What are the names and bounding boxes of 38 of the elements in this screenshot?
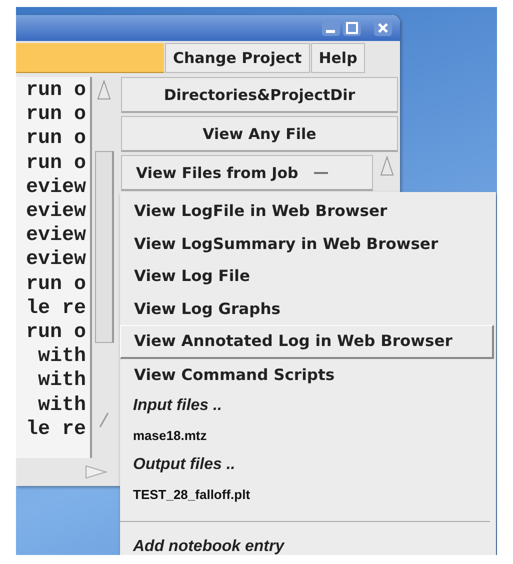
log-line: run o bbox=[24, 152, 87, 176]
action-button[interactable]: Directories&ProjectDir bbox=[121, 77, 398, 113]
menu-heading: Output files .. bbox=[132, 454, 236, 475]
log-line: eview bbox=[24, 176, 87, 200]
log-line: le re bbox=[24, 418, 87, 442]
log-line: run o bbox=[24, 103, 87, 128]
action-button[interactable]: View Any File bbox=[121, 116, 398, 152]
maximize-icon[interactable] bbox=[343, 20, 361, 36]
log-line: run o bbox=[24, 321, 87, 346]
log-line: run o bbox=[24, 79, 87, 104]
file-menu-item[interactable]: TEST_28_falloff.plt bbox=[120, 480, 496, 509]
log-line: run o bbox=[24, 272, 87, 297]
close-icon[interactable] bbox=[374, 20, 392, 36]
log-line: le re bbox=[24, 296, 87, 322]
log-line: eview bbox=[24, 200, 87, 224]
menu-heading: Input files .. bbox=[132, 396, 223, 416]
dropdown-button[interactable]: View Files from Job bbox=[121, 155, 373, 191]
up-arrow-icon[interactable] bbox=[96, 79, 112, 101]
log-line: run o bbox=[24, 127, 87, 152]
log-line: eview bbox=[24, 224, 87, 248]
menu-item[interactable]: View Log File bbox=[120, 260, 494, 292]
menu-item[interactable]: Add notebook entry bbox=[120, 532, 496, 555]
menu-item[interactable]: View Log Graphs bbox=[120, 292, 494, 325]
log-line: with bbox=[36, 394, 87, 418]
log-line: with bbox=[36, 369, 87, 394]
menu-item[interactable]: View Command Scripts bbox=[120, 358, 494, 391]
log-line: eview bbox=[24, 248, 87, 273]
up-arrow-icon[interactable] bbox=[379, 155, 395, 177]
menu-item[interactable]: View LogSummary in Web Browser bbox=[120, 228, 494, 260]
log-line: with bbox=[36, 345, 87, 370]
minimize-icon[interactable] bbox=[322, 20, 340, 36]
menu-item[interactable]: Help bbox=[310, 43, 366, 73]
menu-item[interactable]: View LogFile in Web Browser bbox=[120, 195, 494, 228]
corner-mark-icon bbox=[99, 412, 109, 428]
right-arrow-icon[interactable] bbox=[84, 464, 108, 480]
file-menu-item[interactable]: mase18.mtz bbox=[120, 420, 496, 450]
menu-item[interactable]: Change Project bbox=[165, 43, 310, 73]
menu-item[interactable]: View Annotated Log in Web Browser bbox=[120, 325, 494, 358]
